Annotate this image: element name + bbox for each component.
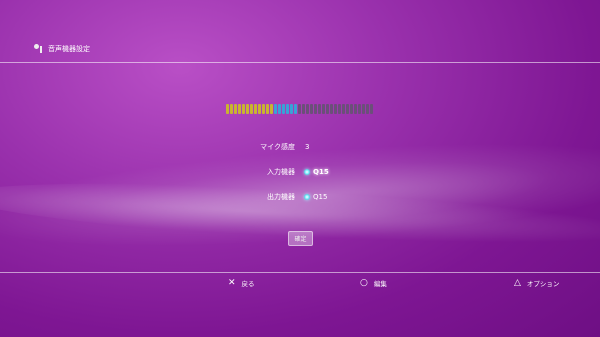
meter-segment bbox=[294, 104, 297, 114]
meter-segment bbox=[306, 104, 309, 114]
meter-segment bbox=[286, 104, 289, 114]
setting-label: 出力機器 bbox=[267, 193, 295, 201]
meter-segment bbox=[282, 104, 285, 114]
footer-options-label: オプション bbox=[526, 280, 560, 288]
meter-segment bbox=[318, 104, 321, 114]
meter-segment bbox=[330, 104, 333, 114]
meter-segment bbox=[238, 104, 241, 114]
setting-label: マイク感度 bbox=[260, 143, 295, 151]
footer-back[interactable]: ✕ 戻る bbox=[228, 278, 255, 288]
meter-segment bbox=[246, 104, 249, 114]
setting-value-text: 3 bbox=[305, 143, 310, 151]
meter-segment bbox=[322, 104, 325, 114]
meter-segment bbox=[230, 104, 233, 114]
cross-icon: ✕ bbox=[228, 277, 236, 288]
meter-segment bbox=[266, 104, 269, 114]
meter-segment bbox=[242, 104, 245, 114]
setting-value: Q15 bbox=[304, 168, 329, 176]
meter-segment bbox=[310, 104, 313, 114]
page-header: 音声機器設定 bbox=[34, 44, 90, 54]
meter-segment bbox=[326, 104, 329, 114]
meter-segment bbox=[366, 104, 369, 114]
meter-segment bbox=[314, 104, 317, 114]
setting-value: 3 bbox=[305, 143, 309, 151]
selector-dot-icon bbox=[304, 169, 310, 175]
footer-edit[interactable]: ○ 編集 bbox=[360, 278, 387, 288]
meter-segment bbox=[370, 104, 373, 114]
meter-segment bbox=[302, 104, 305, 114]
footer-back-label: 戻る bbox=[241, 280, 255, 288]
setting-value: Q15 bbox=[304, 193, 327, 201]
meter-segment bbox=[298, 104, 301, 114]
meter-segment bbox=[338, 104, 341, 114]
setting-value-text: Q15 bbox=[313, 168, 329, 176]
footer-divider bbox=[0, 272, 600, 273]
meter-segment bbox=[258, 104, 261, 114]
meter-segment bbox=[358, 104, 361, 114]
meter-segment bbox=[334, 104, 337, 114]
mic-settings-icon bbox=[34, 44, 44, 54]
confirm-button[interactable]: 確定 bbox=[288, 231, 313, 246]
meter-segment bbox=[234, 104, 237, 114]
setting-value-text: Q15 bbox=[313, 193, 328, 201]
circle-icon: ○ bbox=[360, 277, 368, 288]
meter-segment bbox=[342, 104, 345, 114]
mic-level-meter bbox=[226, 104, 373, 114]
meter-segment bbox=[254, 104, 257, 114]
page-title: 音声機器設定 bbox=[48, 45, 90, 53]
selector-dot-icon bbox=[304, 194, 310, 200]
meter-segment bbox=[354, 104, 357, 114]
meter-segment bbox=[274, 104, 277, 114]
meter-segment bbox=[270, 104, 273, 114]
meter-segment bbox=[290, 104, 293, 114]
setting-label: 入力機器 bbox=[267, 168, 295, 176]
meter-segment bbox=[226, 104, 229, 114]
meter-segment bbox=[362, 104, 365, 114]
triangle-icon: △ bbox=[514, 277, 521, 288]
meter-segment bbox=[262, 104, 265, 114]
footer-edit-label: 編集 bbox=[373, 280, 387, 288]
footer-options[interactable]: △ オプション bbox=[514, 278, 559, 288]
meter-segment bbox=[278, 104, 281, 114]
header-divider bbox=[0, 62, 600, 63]
meter-segment bbox=[346, 104, 349, 114]
meter-segment bbox=[350, 104, 353, 114]
meter-segment bbox=[250, 104, 253, 114]
